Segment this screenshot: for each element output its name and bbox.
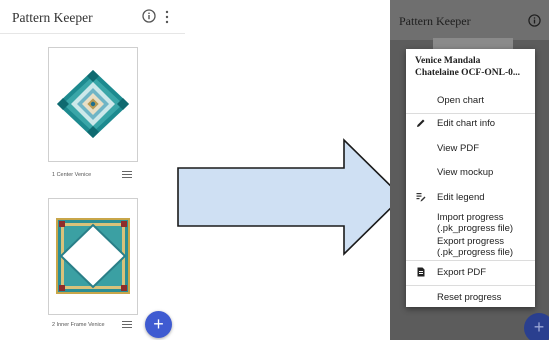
context-menu-screen: Pattern Keeper + Venice Mandala Chatelai…	[390, 0, 549, 340]
hamburger-icon[interactable]	[122, 321, 132, 329]
hamburger-icon[interactable]	[122, 171, 132, 179]
menu-divider	[406, 260, 535, 261]
menu-item-export-pdf[interactable]: Export PDF	[406, 267, 535, 281]
library-screen: Pattern Keeper 1 Center Venice 2 Inner F…	[0, 0, 185, 340]
menu-item-edit-chart-info[interactable]: Edit chart info	[406, 118, 535, 132]
add-chart-button[interactable]: +	[524, 313, 549, 340]
menu-item-edit-legend[interactable]: Edit legend	[406, 192, 535, 206]
pencil-icon	[417, 119, 425, 127]
chart-name: Venice Mandala	[415, 56, 481, 66]
menu-item-view-mockup[interactable]: View mockup	[406, 167, 535, 181]
menu-item-export-progress[interactable]: Export progress (.pk_progress file)	[406, 236, 535, 258]
chart-thumbnail-frame	[56, 218, 130, 294]
pdf-file-icon	[417, 267, 425, 277]
more-vert-icon[interactable]	[164, 9, 170, 25]
app-title: Pattern Keeper	[399, 14, 471, 28]
info-icon[interactable]	[142, 9, 156, 23]
chart-context-menu: Venice Mandala Chatelaine OCF-ONL-0... O…	[406, 49, 535, 307]
right-arrow-graphic	[177, 138, 404, 256]
menu-divider	[406, 285, 535, 286]
chart-caption: 1 Center Venice	[52, 172, 92, 178]
edit-list-icon	[416, 193, 426, 202]
chart-card-inner-frame-venice[interactable]	[48, 198, 138, 315]
app-title: Pattern Keeper	[12, 10, 93, 25]
chart-thumbnail-mandala	[57, 70, 129, 138]
chart-card-center-venice[interactable]	[48, 47, 138, 162]
app-bar: Pattern Keeper	[390, 0, 549, 40]
menu-header: Venice Mandala Chatelaine OCF-ONL-0...	[415, 56, 533, 79]
menu-item-open-chart[interactable]: Open chart	[406, 95, 535, 109]
info-icon[interactable]	[528, 14, 541, 27]
menu-item-reset-progress[interactable]: Reset progress	[406, 292, 535, 306]
chart-caption: 2 Inner Frame Venice	[52, 322, 105, 328]
add-chart-button[interactable]: +	[145, 311, 172, 338]
chart-subtitle: Chatelaine OCF-ONL-0...	[415, 67, 521, 78]
menu-divider	[406, 113, 535, 114]
menu-item-view-pdf[interactable]: View PDF	[406, 143, 535, 157]
app-bar: Pattern Keeper	[0, 0, 185, 34]
menu-item-import-progress[interactable]: Import progress (.pk_progress file)	[406, 212, 535, 234]
